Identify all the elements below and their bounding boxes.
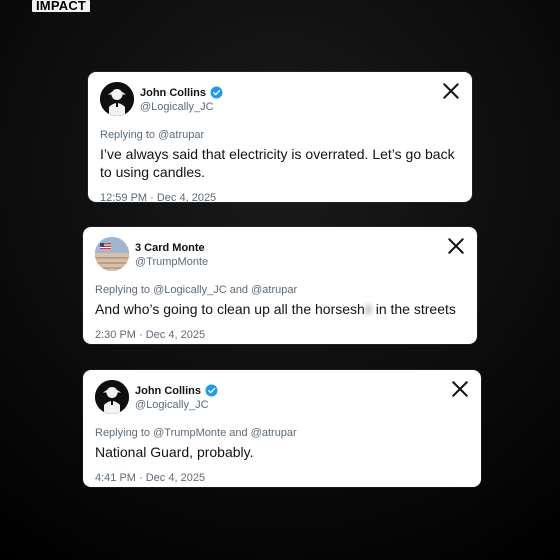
tweet-header: 3 Card Monte @TrumpMonte bbox=[95, 237, 465, 271]
timestamp[interactable]: 2:30 PM · Dec 4, 2025 bbox=[95, 328, 465, 342]
display-name[interactable]: 3 Card Monte bbox=[135, 241, 205, 255]
replying-to[interactable]: @Logically_JC and @atrupar bbox=[153, 284, 297, 296]
display-name-text: John Collins bbox=[135, 384, 201, 397]
replying-to[interactable]: @TrumpMonte and @atrupar bbox=[153, 427, 297, 439]
tweet-text: And who’s going to clean up all the hors… bbox=[95, 300, 465, 318]
display-name-text: 3 Card Monte bbox=[135, 241, 205, 254]
verified-badge-icon bbox=[205, 384, 218, 397]
tweet-text-before: I’ve always said that electricity is ove… bbox=[100, 146, 455, 180]
avatar[interactable] bbox=[95, 237, 129, 271]
tweet-text: I’ve always said that electricity is ove… bbox=[100, 145, 460, 181]
replying-to[interactable]: @atrupar bbox=[158, 129, 204, 141]
man-with-hat-silhouette-icon bbox=[100, 82, 134, 116]
tweet-card[interactable]: John Collins @Logically_JC Replying to @… bbox=[88, 72, 472, 205]
timestamp[interactable]: 4:41 PM · Dec 4, 2025 bbox=[95, 471, 469, 485]
replying-line: Replying to @atrupar bbox=[100, 128, 460, 142]
replying-line: Replying to @Logically_JC and @atrupar bbox=[95, 283, 465, 297]
tweet-card[interactable]: 3 Card Monte @TrumpMonte Replying to @Lo… bbox=[83, 227, 477, 344]
verified-badge-icon bbox=[210, 86, 223, 99]
man-with-hat-silhouette-icon bbox=[95, 380, 129, 414]
replying-prefix: Replying to bbox=[100, 129, 156, 141]
x-logo-icon[interactable] bbox=[442, 82, 460, 100]
user-info: 3 Card Monte @TrumpMonte bbox=[135, 240, 208, 269]
x-logo-icon[interactable] bbox=[447, 237, 465, 255]
handle[interactable]: @Logically_JC bbox=[140, 100, 223, 114]
tweet-text-blurred: it bbox=[364, 301, 372, 317]
tweet-text: National Guard, probably. bbox=[95, 443, 469, 461]
tweet-text-before: National Guard, probably. bbox=[95, 444, 254, 460]
display-name[interactable]: John Collins bbox=[140, 86, 223, 100]
user-info: John Collins @Logically_JC bbox=[140, 85, 223, 114]
flag-profile-icon bbox=[95, 237, 129, 271]
display-name-text: John Collins bbox=[140, 86, 206, 99]
x-logo-icon[interactable] bbox=[451, 380, 469, 398]
tweet-text-before: And who’s going to clean up all the hors… bbox=[95, 301, 365, 317]
handle[interactable]: @Logically_JC bbox=[135, 398, 218, 412]
brand-logo: IMPACT bbox=[32, 0, 91, 12]
handle[interactable]: @TrumpMonte bbox=[135, 255, 208, 269]
replying-prefix: Replying to bbox=[95, 284, 151, 296]
tweet-header: John Collins @Logically_JC bbox=[100, 82, 460, 116]
user-info: John Collins @Logically_JC bbox=[135, 383, 218, 412]
avatar[interactable] bbox=[95, 380, 129, 414]
display-name[interactable]: John Collins bbox=[135, 384, 218, 398]
tweet-header: John Collins @Logically_JC bbox=[95, 380, 469, 414]
tweet-text-after: in the streets bbox=[371, 301, 456, 317]
tweet-card[interactable]: John Collins @Logically_JC Replying to @… bbox=[83, 370, 481, 487]
replying-line: Replying to @TrumpMonte and @atrupar bbox=[95, 426, 469, 440]
avatar[interactable] bbox=[100, 82, 134, 116]
replying-prefix: Replying to bbox=[95, 427, 151, 439]
timestamp[interactable]: 12:59 PM · Dec 4, 2025 bbox=[100, 191, 460, 205]
